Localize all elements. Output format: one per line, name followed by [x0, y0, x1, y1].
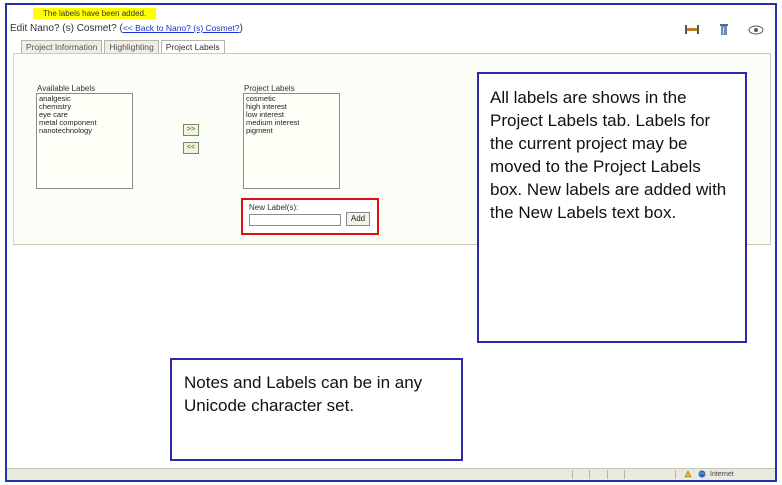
- list-item[interactable]: nanotechnology: [39, 127, 130, 135]
- unicode-callout: Notes and Labels can be in any Unicode c…: [170, 358, 463, 461]
- security-zone: Internet: [710, 471, 734, 478]
- eye-icon[interactable]: [747, 23, 765, 36]
- status-divider: [572, 470, 573, 479]
- toolbar-icons: [683, 23, 765, 36]
- new-label-caption: New Label(s):: [249, 203, 299, 212]
- project-labels-list[interactable]: cosmetic high interest low interest medi…: [243, 93, 340, 189]
- status-divider: [675, 470, 676, 479]
- ruler-icon[interactable]: [683, 23, 701, 36]
- status-divider: [624, 470, 625, 479]
- available-labels-list[interactable]: analgesic chemistry eye care metal compo…: [36, 93, 133, 189]
- new-label-group: New Label(s): Add: [241, 198, 379, 235]
- page-title: Edit Nano? (s) Cosmet? (<< Back to Nano?…: [10, 23, 243, 34]
- status-message: The labels have been added.: [33, 8, 157, 19]
- back-link[interactable]: << Back to Nano? (s) Cosmet?: [123, 23, 240, 33]
- labels-callout: All labels are shows in the Project Labe…: [477, 72, 747, 343]
- new-label-input[interactable]: [249, 214, 341, 226]
- browser-frame: The labels have been added. Edit Nano? (…: [5, 3, 777, 482]
- page-title-text: Edit Nano? (s) Cosmet?: [10, 23, 117, 34]
- trash-icon[interactable]: [715, 23, 733, 36]
- status-divider: [607, 470, 608, 479]
- status-divider: [589, 470, 590, 479]
- project-labels-heading: Project Labels: [244, 84, 295, 93]
- lock-icon: [684, 470, 692, 478]
- available-labels-heading: Available Labels: [37, 84, 96, 93]
- move-right-button[interactable]: >>: [183, 124, 199, 136]
- list-item[interactable]: pigment: [246, 127, 337, 135]
- globe-icon: [698, 470, 706, 478]
- move-left-button[interactable]: <<: [183, 142, 199, 154]
- status-bar: Internet: [7, 468, 775, 480]
- add-button[interactable]: Add: [346, 212, 370, 226]
